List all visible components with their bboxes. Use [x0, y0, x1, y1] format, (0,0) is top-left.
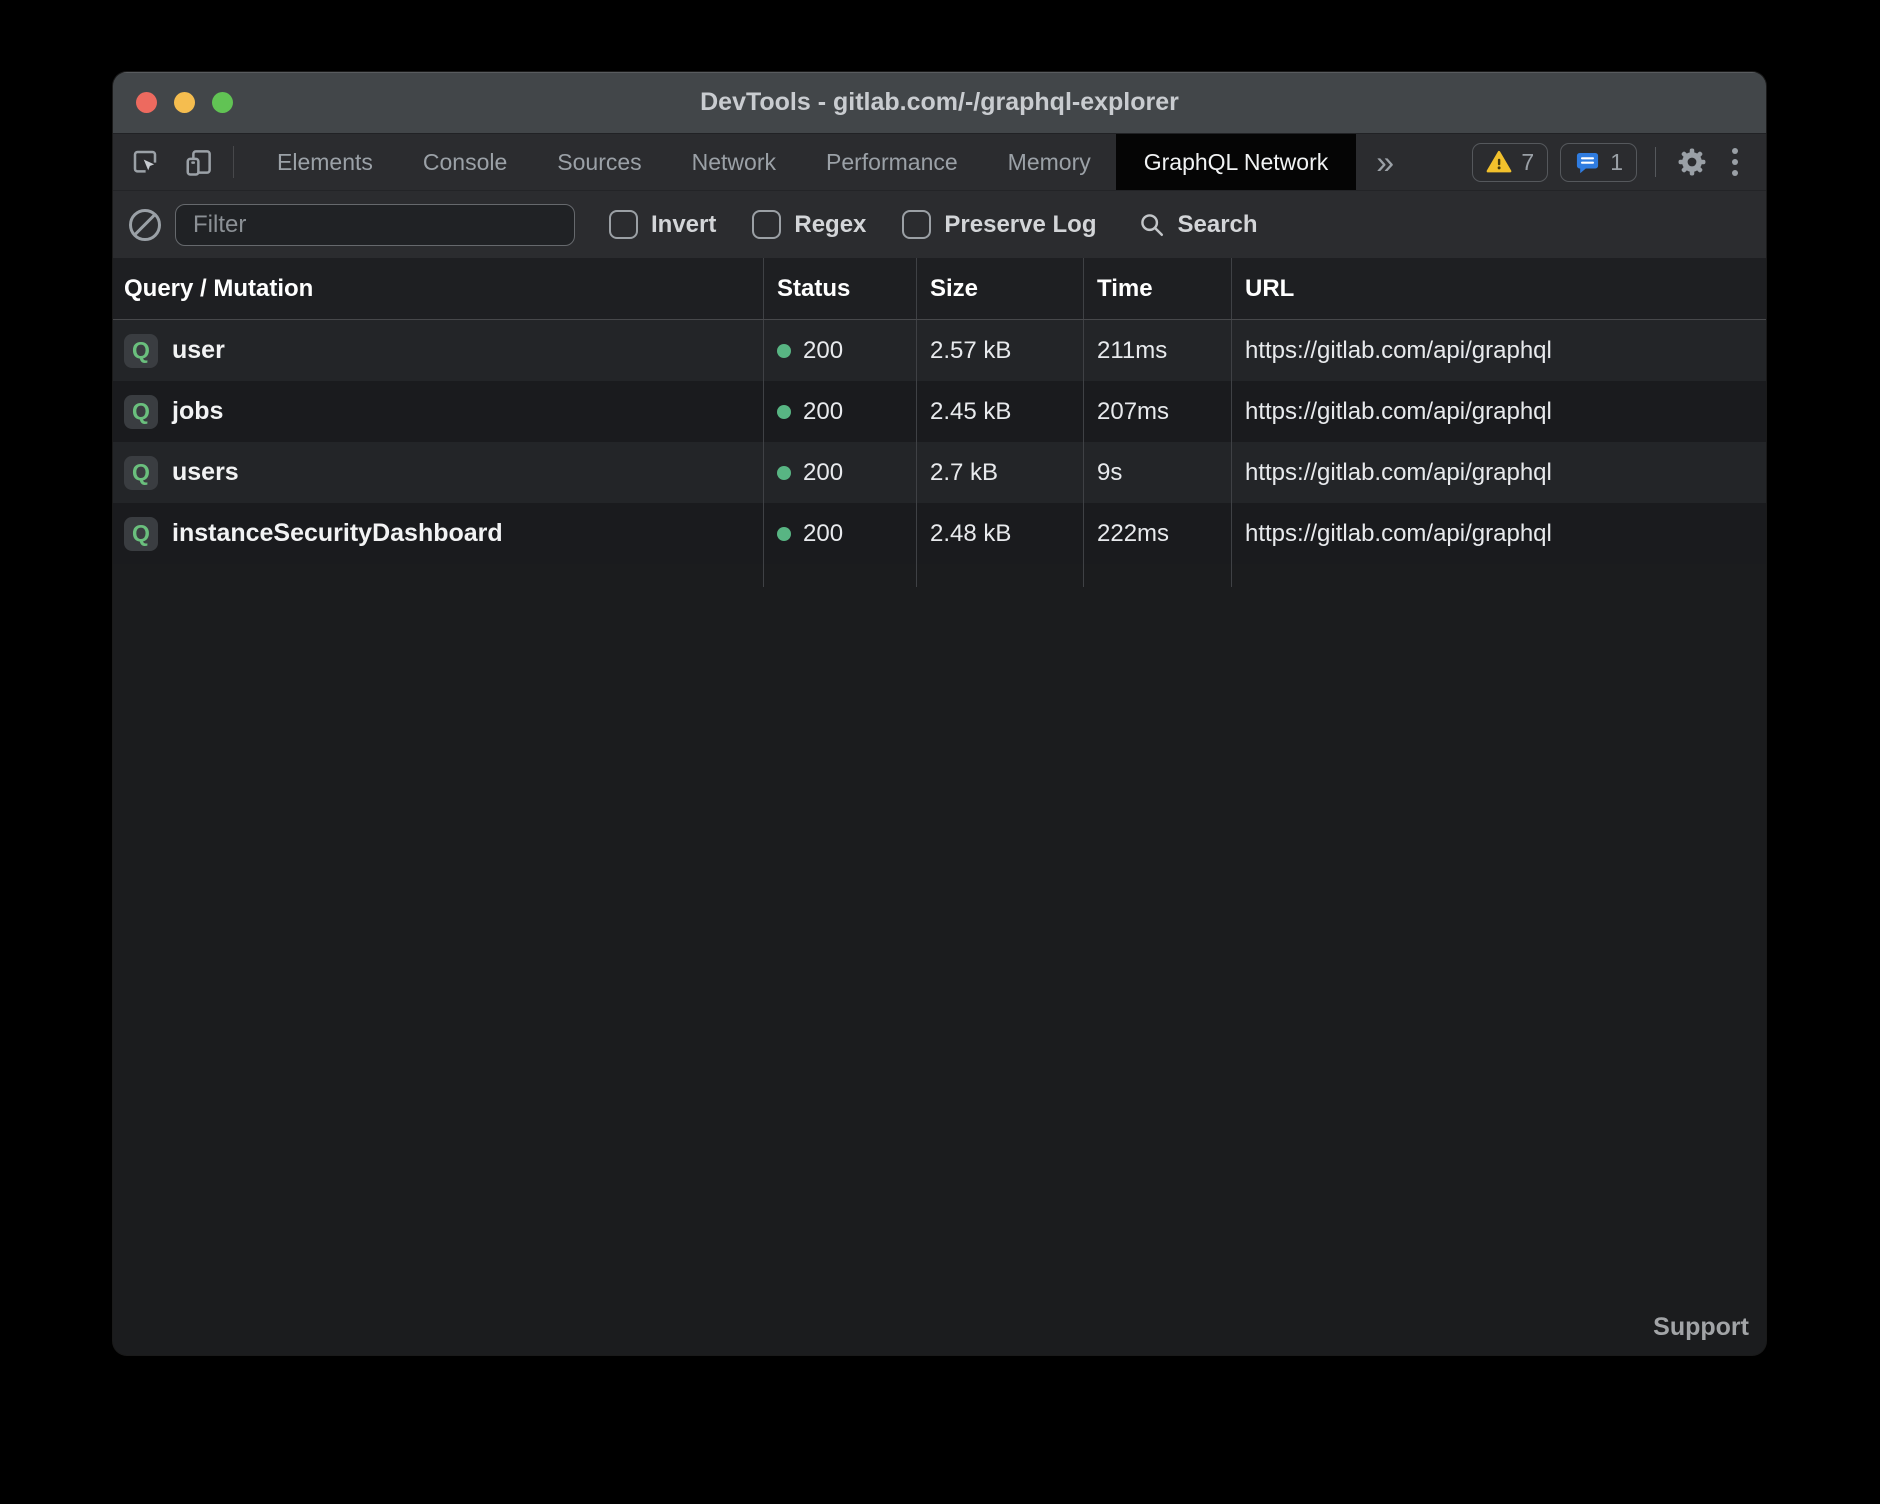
table-row[interactable]: Q instanceSecurityDashboard 200 2.48 kB … — [113, 503, 1766, 564]
column-header-query-mutation: Query / Mutation — [113, 258, 763, 319]
invert-checkbox-group[interactable]: Invert — [609, 210, 716, 239]
tab-graphql-network[interactable]: GraphQL Network — [1116, 134, 1357, 190]
kebab-menu-icon[interactable] — [1722, 148, 1748, 176]
query-type-badge: Q — [124, 517, 158, 551]
status-ok-dot — [777, 344, 791, 358]
query-name: users — [172, 458, 239, 487]
request-url: https://gitlab.com/api/graphql — [1231, 503, 1766, 564]
minimize-button[interactable] — [174, 92, 195, 113]
column-header-size: Size — [916, 258, 1083, 319]
gear-icon[interactable] — [1674, 144, 1710, 180]
column-header-url: URL — [1231, 258, 1766, 319]
devtools-window: DevTools - gitlab.com/-/graphql-explorer… — [113, 72, 1766, 1355]
search-group[interactable]: Search — [1138, 211, 1257, 239]
invert-label: Invert — [651, 211, 716, 239]
warning-count: 7 — [1521, 149, 1534, 176]
tab-sources[interactable]: Sources — [532, 134, 666, 190]
query-name: instanceSecurityDashboard — [172, 519, 503, 548]
request-url: https://gitlab.com/api/graphql — [1231, 381, 1766, 442]
traffic-lights — [136, 92, 233, 113]
devtools-toolbar: Elements Console Sources Network Perform… — [113, 134, 1766, 190]
filter-input[interactable] — [175, 204, 575, 246]
tab-network[interactable]: Network — [667, 134, 801, 190]
more-tabs-chevron-icon[interactable]: » — [1356, 134, 1414, 190]
tab-memory[interactable]: Memory — [983, 134, 1116, 190]
query-type-badge: Q — [124, 395, 158, 429]
regex-label: Regex — [794, 211, 866, 239]
toolbar-divider — [233, 146, 234, 178]
search-icon — [1138, 211, 1166, 239]
warnings-badge[interactable]: 7 — [1472, 143, 1548, 182]
request-url: https://gitlab.com/api/graphql — [1231, 320, 1766, 381]
issues-badge[interactable]: 1 — [1560, 143, 1637, 182]
filter-bar: Invert Regex Preserve Log Search — [113, 190, 1766, 258]
response-time: 222ms — [1083, 503, 1231, 564]
message-icon — [1574, 149, 1601, 176]
table-header: Query / Mutation Status Size Time URL — [113, 258, 1766, 320]
table-row[interactable]: Q user 200 2.57 kB 211ms https://gitlab.… — [113, 320, 1766, 381]
tab-console[interactable]: Console — [398, 134, 532, 190]
regex-checkbox[interactable] — [752, 210, 781, 239]
column-divider-tail — [113, 564, 1766, 587]
status-ok-dot — [777, 527, 791, 541]
toolbar-right-group: 7 1 — [1472, 134, 1766, 190]
table-row[interactable]: Q jobs 200 2.45 kB 207ms https://gitlab.… — [113, 381, 1766, 442]
tab-performance[interactable]: Performance — [801, 134, 983, 190]
issues-count: 1 — [1610, 149, 1623, 176]
inspect-element-icon[interactable] — [129, 146, 161, 178]
toolbar-right-divider — [1655, 147, 1656, 177]
response-size: 2.57 kB — [916, 320, 1083, 381]
column-header-time: Time — [1083, 258, 1231, 319]
response-time: 211ms — [1083, 320, 1231, 381]
toolbar-icon-group — [113, 134, 215, 190]
table-row[interactable]: Q users 200 2.7 kB 9s https://gitlab.com… — [113, 442, 1766, 503]
status-code: 200 — [803, 459, 843, 487]
status-code: 200 — [803, 337, 843, 365]
preserve-log-checkbox[interactable] — [902, 210, 931, 239]
titlebar[interactable]: DevTools - gitlab.com/-/graphql-explorer — [113, 72, 1766, 134]
support-link[interactable]: Support — [1653, 1313, 1749, 1342]
preserve-log-label: Preserve Log — [944, 211, 1096, 239]
regex-checkbox-group[interactable]: Regex — [752, 210, 866, 239]
status-code: 200 — [803, 520, 843, 548]
response-size: 2.45 kB — [916, 381, 1083, 442]
search-label: Search — [1177, 211, 1257, 239]
response-time: 207ms — [1083, 381, 1231, 442]
window-title: DevTools - gitlab.com/-/graphql-explorer — [113, 88, 1766, 117]
request-url: https://gitlab.com/api/graphql — [1231, 442, 1766, 503]
clear-log-icon[interactable] — [129, 209, 161, 241]
status-ok-dot — [777, 405, 791, 419]
query-type-badge: Q — [124, 334, 158, 368]
status-ok-dot — [777, 466, 791, 480]
warning-icon — [1486, 149, 1512, 175]
requests-table: Query / Mutation Status Size Time URL Q … — [113, 258, 1766, 1355]
query-name: user — [172, 336, 225, 365]
status-code: 200 — [803, 398, 843, 426]
response-size: 2.48 kB — [916, 503, 1083, 564]
fullscreen-button[interactable] — [212, 92, 233, 113]
column-header-status: Status — [763, 258, 916, 319]
invert-checkbox[interactable] — [609, 210, 638, 239]
query-type-badge: Q — [124, 456, 158, 490]
query-name: jobs — [172, 397, 223, 426]
preserve-log-checkbox-group[interactable]: Preserve Log — [902, 210, 1096, 239]
response-size: 2.7 kB — [916, 442, 1083, 503]
device-toolbar-icon[interactable] — [183, 146, 215, 178]
close-button[interactable] — [136, 92, 157, 113]
tab-elements[interactable]: Elements — [252, 134, 398, 190]
response-time: 9s — [1083, 442, 1231, 503]
